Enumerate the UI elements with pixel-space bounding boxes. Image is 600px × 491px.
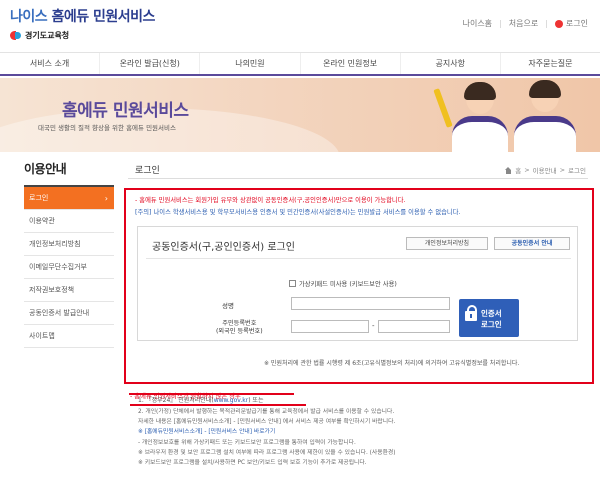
help-gov24-prefix: 1. 『정부24』 민원처리안내( xyxy=(138,397,214,404)
breadcrumb-current: 로그인 xyxy=(568,167,586,175)
rrn-label-line2: (외국인 등록번호) xyxy=(216,328,263,335)
lock-icon xyxy=(465,305,477,321)
certificate-login-panel: 공동인증서(구,공인인증서) 로그인 개인정보처리방침 공동인증서 안내 가상키… xyxy=(137,226,578,341)
help-gov24: 1. 『정부24』 민원처리안내(www.gov.kr) 또는 xyxy=(138,395,263,404)
panel-divider xyxy=(146,258,571,259)
breadcrumb-home[interactable]: 홈 xyxy=(515,165,521,175)
student-boy-illustration xyxy=(514,80,576,152)
side-nav-privacy-policy[interactable]: 개인정보처리방침 xyxy=(24,233,114,256)
help-service-check: 자세한 내용은 [홈에듀민원서비스소개] - [민원서비스 안내] 에서 서비스… xyxy=(138,419,396,425)
hero-banner: 홈에듀 민원서비스 대국민 생활의 질적 향상을 위한 홈에듀 민원서비스 xyxy=(0,78,600,152)
logo-title: 나이스 홈에듀 민원서비스 xyxy=(10,6,155,26)
page: { "header": { "logo_text": "나이스 홈에듀 민원서비… xyxy=(0,0,600,491)
certificate-login-button-label: 인증서 로그인 xyxy=(481,308,502,330)
gnb-online-issue[interactable]: 온라인 발급(신청) xyxy=(100,53,201,74)
virtual-keypad-checkbox[interactable] xyxy=(289,280,296,287)
pencil-illustration xyxy=(433,88,453,128)
certificate-login-title: 공동인증서(구,공인인증서) 로그인 xyxy=(152,242,295,253)
privacy-policy-button[interactable]: 개인정보처리방침 xyxy=(406,237,488,250)
top-link-nice-home[interactable]: 나이스홈 xyxy=(463,18,492,29)
login-dot-icon xyxy=(554,19,563,28)
side-navigation: 이용안내 로그인 › 이용약관 개인정보처리방침 이메일무단수집거부 저작권보호정… xyxy=(24,160,114,348)
top-link-separator: | xyxy=(545,19,548,28)
name-label: 성명 xyxy=(222,302,234,310)
certificate-login-button[interactable]: 인증서 로그인 xyxy=(459,299,519,337)
student-girl-illustration xyxy=(452,82,508,152)
banner-subtitle: 대국민 생활의 질적 향상을 위한 홈에듀 민원서비스 xyxy=(38,124,176,132)
side-nav-sitemap[interactable]: 사이트맵 xyxy=(24,325,114,348)
rrn-label: 주민등록번호 (외국인 등록번호) xyxy=(216,320,263,336)
top-link-login-label: 로그인 xyxy=(565,19,588,28)
side-nav-cert-guide[interactable]: 공동인증서 발급안내 xyxy=(24,302,114,325)
gnb-online-info[interactable]: 온라인 민원정보 xyxy=(301,53,401,74)
site-header: 나이스 홈에듀 민원서비스 경기도교육청 나이스홈 | 처음으로 | 로그인 xyxy=(0,0,600,52)
breadcrumb: 홈 > 이용안내 > 로그인 xyxy=(505,165,586,175)
side-nav-title: 이용안내 xyxy=(24,160,114,187)
help-security-info: ※ 키보드보안 프로그램을 설치/사용하면 PC 보안/키보드 입력 보호 기능… xyxy=(138,460,367,466)
breadcrumb-separator: > xyxy=(559,166,566,174)
side-nav-email-refusal[interactable]: 이메일무단수집거부 xyxy=(24,256,114,279)
org-name-text: 경기도교육청 xyxy=(25,31,70,40)
virtual-keypad-option[interactable]: 가상키패드 미사용 (키보드보안 사용) xyxy=(289,279,397,288)
breadcrumb-guide[interactable]: 이용안내 xyxy=(533,165,557,175)
page-title: 로그인 xyxy=(135,166,160,176)
gnb-notices[interactable]: 공지사항 xyxy=(401,53,501,74)
notice-warning: [주의] 나이스 학생서비스용 및 학부모서비스용 인증서 및 민간인증서(사설… xyxy=(135,209,461,216)
virtual-keypad-label: 가상키패드 미사용 (키보드보안 사용) xyxy=(299,281,397,288)
help-kiosk: 2. 개인(가정) 단체에서 발행하는 목적관리문발급기를 통해 교육청에서 발… xyxy=(138,409,395,415)
rrn-front-input[interactable] xyxy=(291,320,369,333)
side-nav-login[interactable]: 로그인 › xyxy=(24,187,114,210)
education-office-logo-icon xyxy=(10,31,22,40)
login-button-line1: 인증서 xyxy=(481,309,502,318)
side-nav-login-label: 로그인 xyxy=(29,194,49,202)
rrn-label-line1: 주민등록번호 xyxy=(222,320,257,327)
notice-cert-only: - 홈에듀 민원서비스는 회원가입 유무와 상관없이 공동인증서(구,공인인증서… xyxy=(135,197,406,204)
main-navigation: 서비스 소개 온라인 발급(신청) 나의민원 온라인 민원정보 공지사항 자주묻… xyxy=(0,52,600,76)
help-shortcut-link[interactable]: ※ [홈에듀민원서비스소개] - [민원서비스 안내] 바로가기 xyxy=(138,426,275,435)
top-link-separator: | xyxy=(499,19,502,28)
org-name: 경기도교육청 xyxy=(10,30,155,41)
side-nav-copyright[interactable]: 저작권보호정책 xyxy=(24,279,114,302)
rrn-back-input[interactable] xyxy=(378,320,450,333)
home-icon xyxy=(505,166,512,174)
gnb-my-petitions[interactable]: 나의민원 xyxy=(200,53,301,74)
certificate-guide-button[interactable]: 공동인증서 안내 xyxy=(494,237,570,250)
name-input[interactable] xyxy=(291,297,450,310)
banner-title: 홈에듀 민원서비스 xyxy=(62,101,189,121)
chevron-right-icon: › xyxy=(104,194,108,203)
breadcrumb-separator: > xyxy=(524,166,530,174)
site-logo[interactable]: 나이스 홈에듀 민원서비스 경기도교육청 xyxy=(10,6,155,41)
login-button-line2: 로그인 xyxy=(481,320,502,329)
help-gov24-suffix: ) 또는 xyxy=(248,397,264,404)
help-browser-info: ※ 브라우저 환경 및 보안 프로그램 설치 여부에 따라 프로그램 사용에 제… xyxy=(138,450,396,456)
rrn-dash: - xyxy=(372,322,375,330)
top-link-first[interactable]: 처음으로 xyxy=(509,18,538,29)
content-divider xyxy=(128,178,588,179)
logo-title-nice: 나이스 xyxy=(10,9,48,25)
top-link-login[interactable]: 로그인 xyxy=(554,18,588,29)
gnb-service-intro[interactable]: 서비스 소개 xyxy=(0,53,101,74)
help-keypad-info: - 개인정보보호를 위해 가상키패드 또는 키보드보안 프로그램을 통하여 입력… xyxy=(138,440,356,446)
top-links: 나이스홈 | 처음으로 | 로그인 xyxy=(463,18,588,29)
logo-title-rest: 홈에듀 민원서비스 xyxy=(47,9,156,25)
identification-notice: ※ 민원처리에 관한 법률 시행령 제 6조(고유식별정보의 처리)에 의거하여… xyxy=(264,360,520,367)
side-nav-terms[interactable]: 이용약관 xyxy=(24,210,114,233)
gnb-faq[interactable]: 자주묻는질문 xyxy=(501,53,600,74)
gov24-link[interactable]: www.gov.kr xyxy=(214,397,249,404)
